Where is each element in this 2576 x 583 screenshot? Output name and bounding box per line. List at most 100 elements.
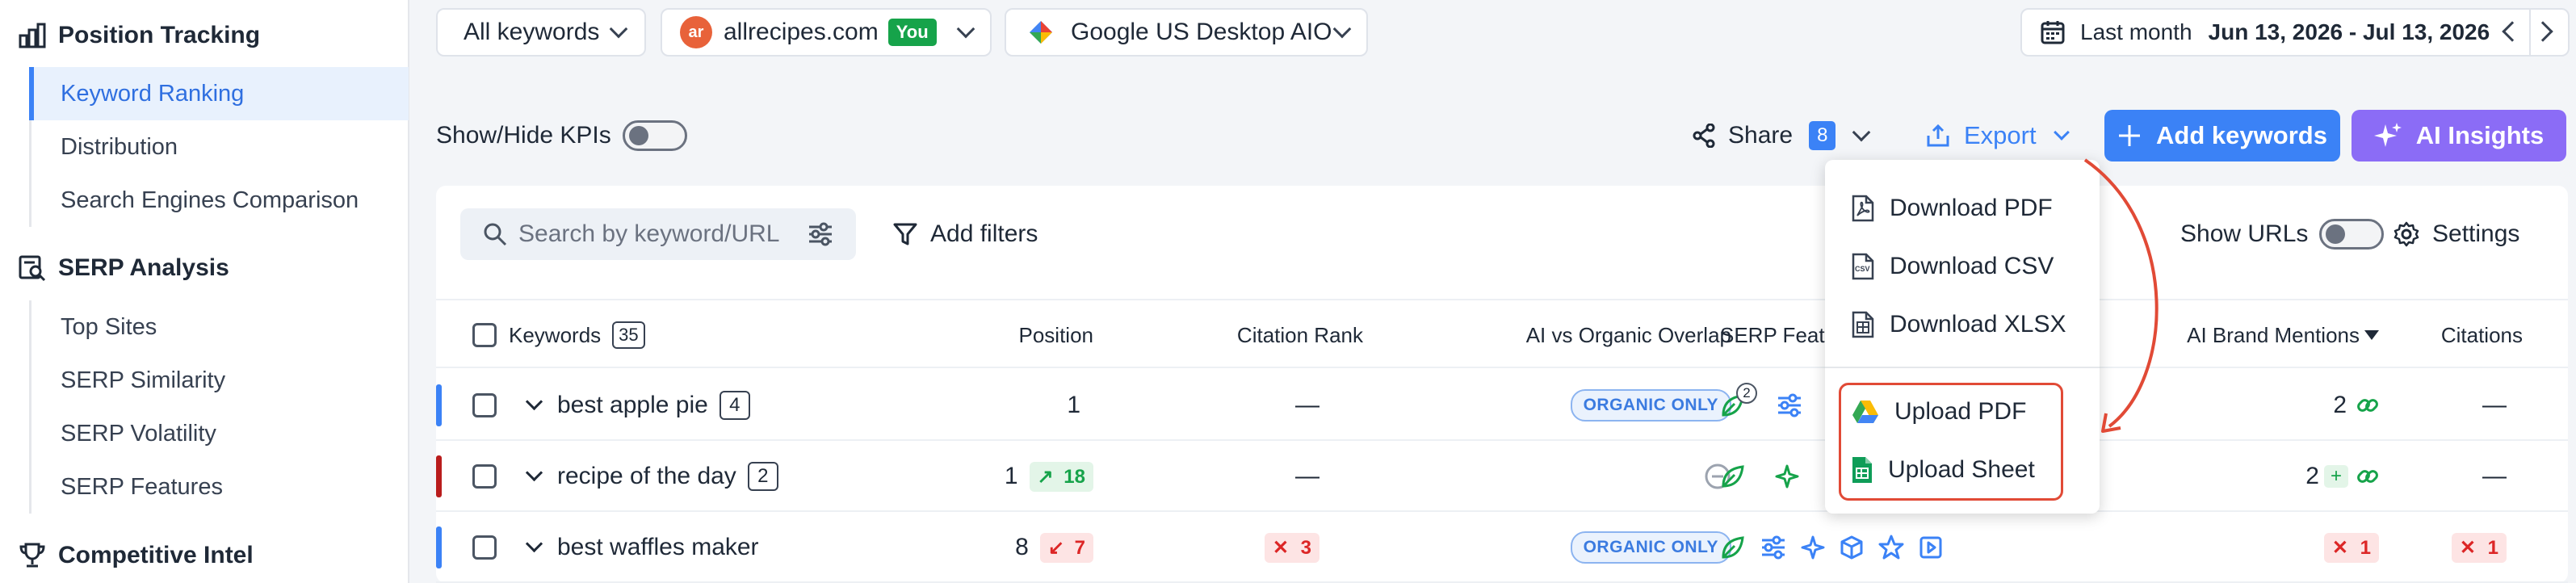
video-icon[interactable] (1919, 535, 1957, 560)
organic-only-badge: ORGANIC ONLY (1570, 531, 1731, 564)
keyword-cell[interactable]: best waffles maker (557, 512, 759, 583)
date-label: Last month (2080, 19, 2192, 44)
chevron-right-icon[interactable] (2532, 21, 2553, 42)
ai-insights-button[interactable]: AI Insights (2352, 110, 2566, 161)
date-range-value: Jun 13, 2026 - Jul 13, 2026 (2208, 19, 2490, 44)
keyword-cell[interactable]: recipe of the day 2 (557, 441, 778, 512)
sidebar-item-search-engines-comparison[interactable]: Search Engines Comparison (29, 174, 409, 227)
pdf-file-icon (1851, 195, 1890, 222)
column-keywords[interactable]: Keywords 35 (509, 300, 645, 370)
plus-badge: + (2323, 465, 2348, 488)
table-header: Keywords 35 Position Citation Rank AI vs… (436, 299, 2568, 368)
search-engine-value: Google US Desktop AIO (1071, 19, 1332, 45)
arrow-down-left-icon: ↙ (1047, 536, 1064, 559)
filter-sliders-icon[interactable] (808, 222, 833, 246)
position-change-down: ↙ 7 (1039, 532, 1093, 563)
serp-features-cell (1720, 512, 1957, 583)
trophy-icon (18, 541, 47, 570)
leaf-icon[interactable]: 2 (1720, 383, 1760, 418)
citation-rank-cell: — (1295, 392, 1319, 418)
sidebar-item-distribution[interactable]: Distribution (29, 120, 409, 174)
organic-only-badge: ORGANIC ONLY (1570, 389, 1731, 422)
column-ai-brand-mentions[interactable]: AI Brand Mentions (2172, 300, 2379, 370)
menu-item-download-pdf[interactable]: Download PDF (1851, 179, 2053, 237)
sliders-icon[interactable] (1777, 393, 1817, 417)
brand-mentions-value: 2 (2333, 392, 2347, 418)
sidebar-section-label: Competitive Intel (58, 542, 254, 568)
sliders-icon[interactable] (1760, 535, 1801, 560)
column-citations[interactable]: Citations (2406, 300, 2523, 370)
keyword-count-badge: 4 (719, 391, 750, 420)
sidebar-section-position-tracking[interactable]: Position Tracking (18, 11, 260, 60)
export-upload-icon (1925, 123, 1951, 149)
star-icon[interactable] (1878, 535, 1919, 560)
share-label: Share (1728, 122, 1794, 149)
brand-mentions-cell: 2 (2293, 370, 2379, 441)
sidebar-item-keyword-ranking[interactable]: Keyword Ranking (29, 67, 409, 120)
cube-icon[interactable] (1840, 535, 1878, 560)
citations-badge: ✕ 1 (2451, 532, 2507, 563)
column-ai-brand-mentions-label: AI Brand Mentions (2187, 322, 2360, 347)
csv-file-icon: CSV (1851, 253, 1875, 280)
chevron-down-icon[interactable] (1852, 123, 1871, 142)
share-count-badge: 8 (1809, 121, 1836, 150)
brand-mentions-cell: 2 + (2277, 441, 2379, 512)
row-checkbox[interactable] (472, 393, 497, 417)
google-diamond-icon (1029, 20, 1053, 44)
settings-button[interactable]: Settings (2393, 213, 2519, 255)
keyword-cell[interactable]: best apple pie 4 (557, 370, 750, 441)
sidebar-item-top-sites[interactable]: Top Sites (29, 300, 409, 354)
share-button[interactable]: Share 8 (1693, 115, 1871, 157)
menu-item-download-xlsx[interactable]: Download XLSX (1851, 296, 2066, 354)
show-urls-toggle[interactable] (2319, 219, 2385, 250)
expand-chevron-icon[interactable] (525, 463, 543, 482)
expand-chevron-icon[interactable] (525, 392, 543, 411)
sidebar-item-serp-volatility[interactable]: SERP Volatility (29, 407, 409, 460)
link-icon[interactable] (2356, 394, 2379, 417)
position-change-value: 7 (1074, 536, 1085, 559)
kpi-toggle[interactable] (622, 120, 687, 151)
x-icon: ✕ (2459, 536, 2476, 559)
add-filters-button[interactable]: Add filters (893, 213, 1038, 255)
table-row[interactable]: best waffles maker 8 ↙ 7 ✕ 3 ORGANIC ONL… (436, 512, 2568, 583)
sidebar-section-competitive-intel[interactable]: Competitive Intel (18, 531, 254, 580)
select-all-checkbox[interactable] (472, 323, 497, 347)
link-icon[interactable] (2356, 465, 2379, 488)
domain-selector[interactable]: ar allrecipes.com You (661, 8, 992, 57)
search-engine-selector[interactable]: Google US Desktop AIO (1005, 8, 1368, 57)
share-icon (1693, 124, 1715, 148)
leaf-icon[interactable] (1720, 535, 1760, 560)
ai-insights-label: AI Insights (2415, 121, 2545, 149)
row-checkbox[interactable] (472, 464, 497, 489)
column-ai-organic-overlap[interactable]: AI vs Organic Overlap (1437, 300, 1731, 370)
chevron-left-icon[interactable] (2502, 21, 2523, 42)
settings-label: Settings (2432, 220, 2520, 247)
date-range-picker[interactable]: Last month Jun 13, 2026 - Jul 13, 2026 (2020, 8, 2570, 57)
citations-cell: ✕ 1 (2406, 512, 2507, 583)
search-input[interactable]: Search by keyword/URL (518, 220, 779, 248)
leaf-icon[interactable] (1720, 463, 1760, 489)
sidebar-item-serp-features[interactable]: SERP Features (29, 460, 409, 514)
search-box[interactable]: Search by keyword/URL (460, 208, 856, 260)
table-row[interactable]: recipe of the day 2 1 ↗ 18 — 2 + — (436, 441, 2568, 512)
position-cell: 8 ↙ 7 (921, 512, 1093, 583)
sidebar-section-serp-analysis[interactable]: SERP Analysis (18, 244, 229, 292)
position-value: 1 (1004, 463, 1018, 489)
row-checkbox[interactable] (472, 535, 497, 560)
menu-item-label: Download PDF (1890, 195, 2053, 221)
keywords-filter-value: All keywords (464, 19, 600, 45)
sparkle-icon[interactable] (1801, 535, 1840, 560)
menu-item-download-csv[interactable]: CSV Download CSV (1851, 237, 2054, 296)
export-button[interactable]: Export (1925, 115, 2070, 157)
table-row[interactable]: best apple pie 4 1 — ORGANIC ONLY 2 2 — (436, 370, 2568, 441)
upload-options-highlight (1839, 383, 2063, 501)
position-cell: 1 (1067, 392, 1080, 418)
column-citation-rank[interactable]: Citation Rank (1203, 300, 1363, 370)
column-position[interactable]: Position (985, 300, 1094, 370)
row-color-bar (436, 526, 442, 568)
sidebar-item-serp-similarity[interactable]: SERP Similarity (29, 354, 409, 407)
add-keywords-button[interactable]: Add keywords (2104, 110, 2340, 161)
expand-chevron-icon[interactable] (525, 535, 543, 553)
sparkle-icon[interactable] (1775, 464, 1814, 489)
keywords-filter-dropdown[interactable]: All keywords (436, 8, 646, 57)
